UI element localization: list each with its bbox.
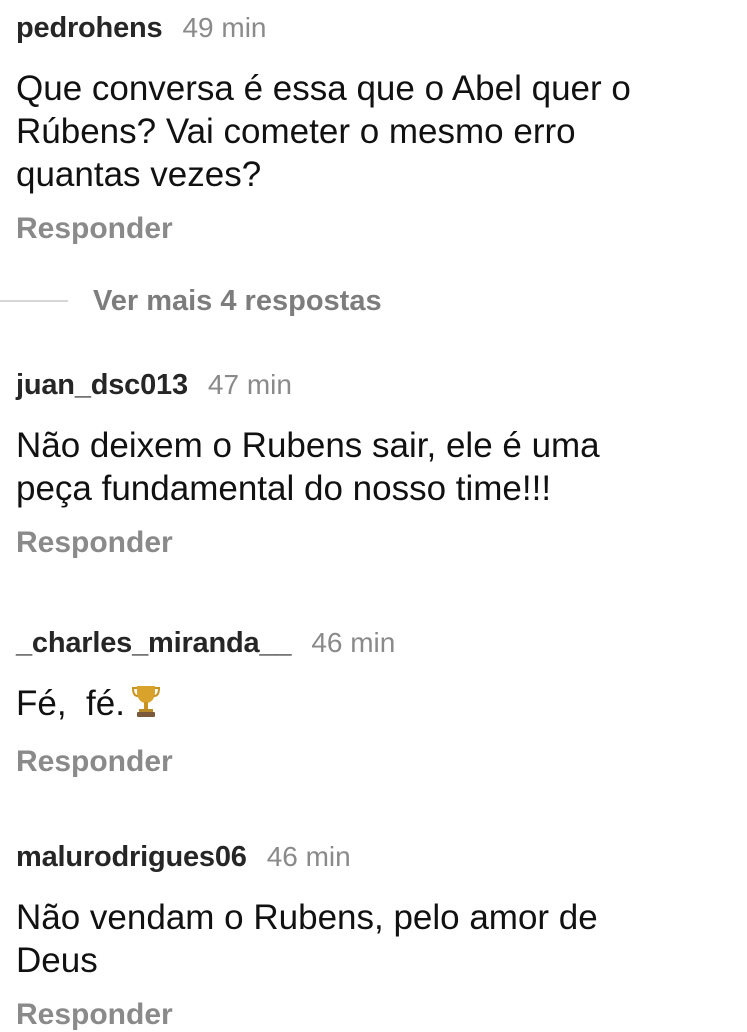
comment-username[interactable]: pedrohens (16, 12, 163, 45)
comment-username[interactable]: juan_dsc013 (16, 369, 188, 402)
reply-button[interactable]: Responder (16, 998, 731, 1032)
comment-text-row: Fé, fé. (16, 682, 731, 729)
reply-button[interactable]: Responder (16, 526, 731, 560)
comment-meta: _charles_miranda__ 46 min (16, 627, 731, 660)
comment-item: _charles_miranda__ 46 min Fé, fé. Respon… (16, 627, 731, 779)
comment-item: malurodrigues06 46 min Não vendam o Rube… (16, 841, 731, 1032)
comment-meta: malurodrigues06 46 min (16, 841, 731, 874)
comment-username[interactable]: _charles_miranda__ (16, 627, 292, 660)
replies-divider-line (0, 300, 68, 302)
comment-item: pedrohens 49 min Que conversa é essa que… (16, 12, 731, 246)
comment-timestamp: 49 min (182, 12, 267, 43)
view-more-replies-button[interactable]: Ver mais 4 respostas (0, 281, 382, 321)
comment-text: Não deixem o Rubens sair, ele é uma peça… (16, 426, 600, 508)
comment-timestamp: 46 min (266, 841, 351, 872)
trophy-icon (131, 683, 161, 729)
comment-timestamp: 47 min (207, 369, 292, 400)
comment-text: Que conversa é essa que o Abel quer o Rú… (16, 69, 631, 194)
reply-button[interactable]: Responder (16, 745, 731, 779)
reply-button[interactable]: Responder (16, 212, 731, 246)
comment-timestamp: 46 min (311, 627, 396, 658)
comment-meta: pedrohens 49 min (16, 12, 731, 45)
comment-text: Não vendam o Rubens, pelo amor de Deus (16, 898, 598, 980)
comment-text: Fé, fé. (16, 684, 125, 723)
view-more-replies-label: Ver mais 4 respostas (93, 284, 382, 317)
comment-item: juan_dsc013 47 min Não deixem o Rubens s… (16, 369, 731, 560)
comment-username[interactable]: malurodrigues06 (16, 841, 247, 874)
comment-meta: juan_dsc013 47 min (16, 369, 731, 402)
